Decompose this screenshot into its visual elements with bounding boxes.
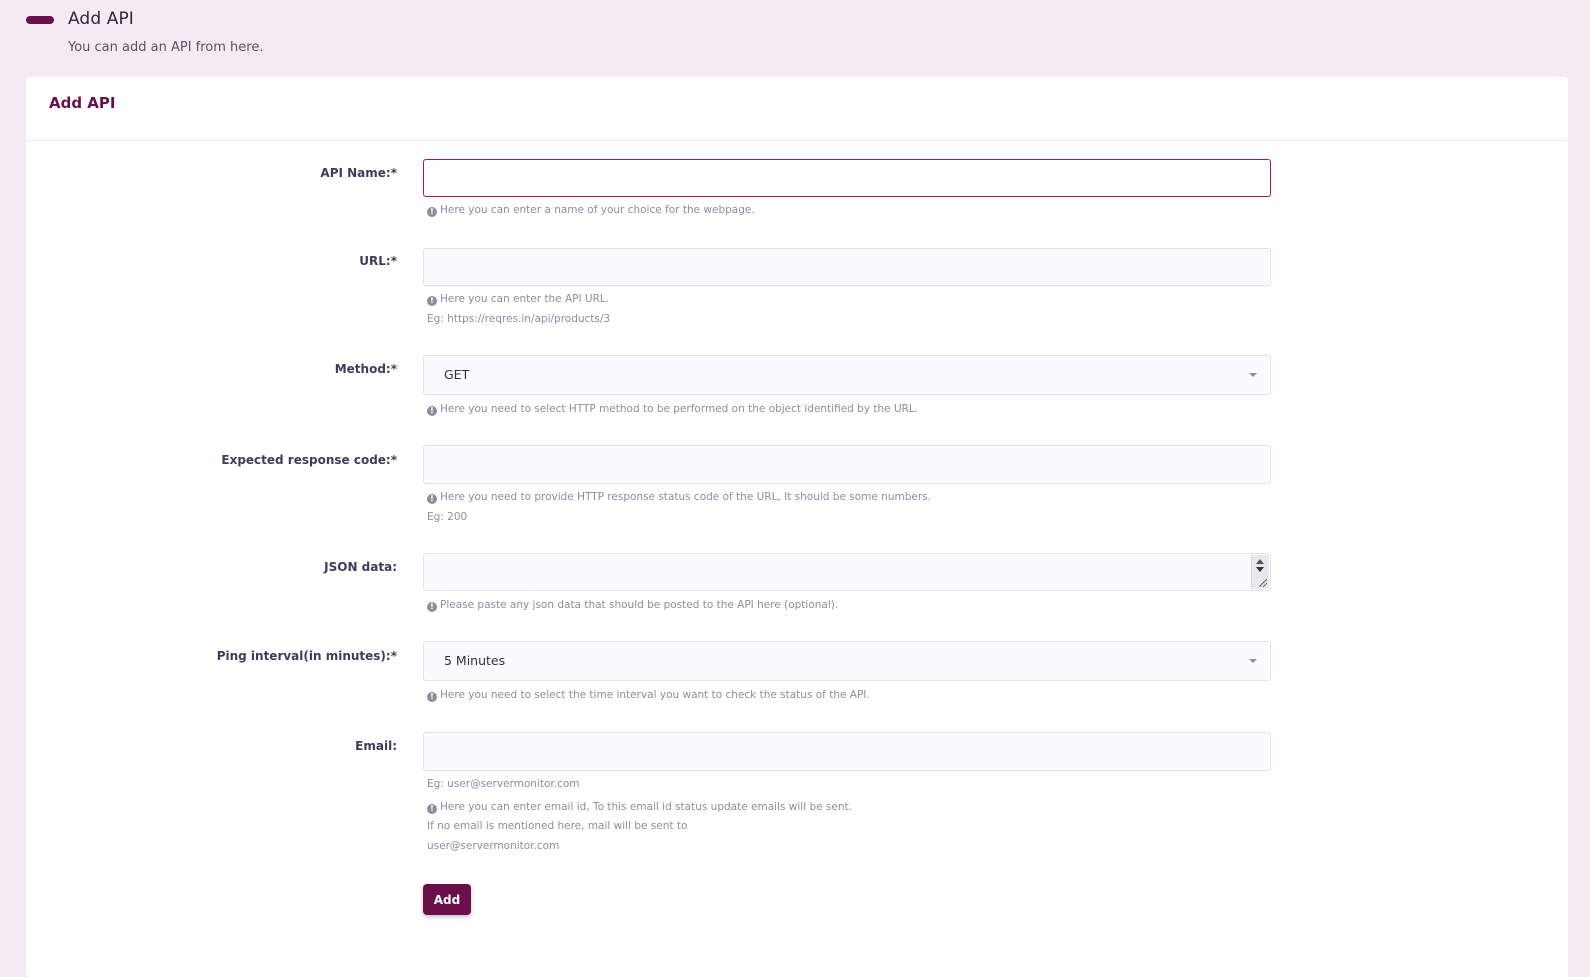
ping-interval-select[interactable]: 5 Minutes bbox=[423, 641, 1271, 681]
api-name-input[interactable] bbox=[424, 160, 1270, 196]
api-name-label: API Name:* bbox=[320, 166, 397, 180]
info-circle-icon: ! bbox=[427, 207, 437, 217]
method-select[interactable]: GET bbox=[423, 355, 1271, 395]
info-circle-icon: ! bbox=[427, 804, 437, 814]
email-help-line3: user@servermonitor.com bbox=[427, 840, 560, 852]
page-header: Add API You can add an API from here. bbox=[0, 0, 1590, 76]
info-circle-icon: ! bbox=[427, 692, 437, 702]
ping-interval-label: Ping interval(in minutes):* bbox=[216, 649, 397, 663]
chevron-down-icon bbox=[1249, 659, 1257, 663]
url-label: URL:* bbox=[359, 254, 397, 268]
email-help-line2: If no email is mentioned here, mail will… bbox=[427, 820, 688, 832]
info-circle-icon: ! bbox=[427, 296, 437, 306]
email-example: Eg: user@servermonitor.com bbox=[427, 778, 580, 790]
chevron-down-icon bbox=[1249, 373, 1257, 377]
ping-interval-help: ! Here you need to select the time interv… bbox=[427, 689, 870, 702]
response-code-help: ! Here you need to provide HTTP response … bbox=[427, 491, 931, 504]
card-title: Add API bbox=[49, 94, 116, 112]
api-name-help: ! Here you can enter a name of your choic… bbox=[427, 204, 755, 217]
response-code-input[interactable] bbox=[424, 446, 1270, 483]
json-data-textarea[interactable] bbox=[423, 553, 1271, 591]
email-field[interactable] bbox=[423, 732, 1271, 771]
page-title: Add API bbox=[68, 9, 134, 29]
method-label: Method:* bbox=[334, 362, 397, 376]
url-example: Eg: https://reqres.in/api/products/3 bbox=[427, 313, 611, 325]
json-data-label: JSON data: bbox=[324, 560, 397, 574]
page-subtitle: You can add an API from here. bbox=[68, 40, 264, 55]
method-selected-value: GET bbox=[444, 367, 470, 382]
ping-interval-selected-value: 5 Minutes bbox=[444, 653, 506, 668]
url-input[interactable] bbox=[424, 249, 1270, 285]
url-help: ! Here you can enter the API URL. bbox=[427, 293, 609, 306]
info-circle-icon: ! bbox=[427, 602, 437, 612]
email-input[interactable] bbox=[424, 733, 1270, 770]
method-help: ! Here you need to select HTTP method to … bbox=[427, 403, 918, 416]
json-data-help: ! Please paste any json data that should … bbox=[427, 599, 838, 612]
info-circle-icon: ! bbox=[427, 406, 437, 416]
info-circle-icon: ! bbox=[427, 494, 437, 504]
add-button[interactable]: Add bbox=[423, 884, 471, 915]
api-name-field[interactable] bbox=[423, 159, 1271, 197]
card-header: Add API bbox=[26, 77, 1568, 141]
add-api-card: Add API API Name:* ! Here you can enter a… bbox=[26, 77, 1568, 977]
resize-grip-icon[interactable] bbox=[1259, 579, 1267, 587]
spin-up-icon[interactable] bbox=[1256, 559, 1264, 564]
response-code-label: Expected response code:* bbox=[221, 453, 397, 467]
email-help: ! Here you can enter email id, To this em… bbox=[427, 801, 852, 814]
sidebar-toggle-icon[interactable] bbox=[26, 16, 54, 24]
url-field[interactable] bbox=[423, 248, 1271, 286]
email-label: Email: bbox=[355, 739, 397, 753]
response-code-field[interactable] bbox=[423, 445, 1271, 484]
response-code-example: Eg: 200 bbox=[427, 511, 468, 523]
spin-down-icon[interactable] bbox=[1256, 567, 1264, 572]
